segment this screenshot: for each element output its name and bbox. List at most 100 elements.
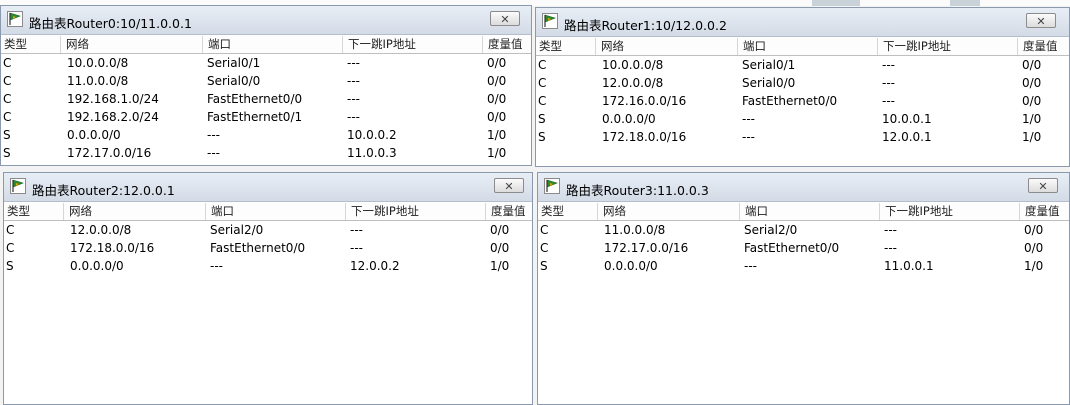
cell-network: 172.17.0.0/16	[604, 241, 689, 255]
close-button[interactable]: ✕	[1028, 178, 1058, 193]
table-row[interactable]: C 10.0.0.0/8 Serial0/1 --- 0/0	[536, 56, 1069, 74]
close-button[interactable]: ✕	[490, 11, 520, 26]
cell-port: Serial0/0	[742, 76, 796, 90]
cell-network: 172.16.0.0/16	[602, 94, 687, 108]
column-header-type[interactable]: 类型	[536, 38, 596, 55]
cell-next-hop: ---	[884, 241, 897, 255]
cell-port: ---	[742, 130, 755, 144]
cell-type: C	[6, 241, 15, 255]
table-row[interactable]: C 172.17.0.0/16 FastEthernet0/0 --- 0/0	[538, 239, 1069, 257]
cell-port: FastEthernet0/1	[207, 110, 303, 124]
column-header-next-hop[interactable]: 下一跳IP地址	[348, 203, 486, 220]
column-header-port[interactable]: 端口	[208, 203, 346, 220]
column-header-next-hop[interactable]: 下一跳IP地址	[882, 203, 1020, 220]
cell-port: Serial2/0	[210, 223, 264, 237]
background-label-fragment	[950, 0, 980, 6]
close-button[interactable]: ✕	[494, 178, 524, 193]
column-header-type[interactable]: 类型	[4, 203, 64, 220]
cell-network: 172.18.0.0/16	[602, 130, 687, 144]
column-header-metric[interactable]: 度量值	[1022, 203, 1069, 220]
cell-port: Serial0/1	[742, 58, 796, 72]
cell-metric: 0/0	[1022, 58, 1042, 72]
table-row[interactable]: C 172.16.0.0/16 FastEthernet0/0 --- 0/0	[536, 92, 1069, 110]
column-header-network[interactable]: 网络	[600, 203, 740, 220]
cell-type: C	[538, 58, 547, 72]
cell-metric: 1/0	[1022, 112, 1042, 126]
cell-type: S	[6, 259, 14, 273]
column-header-port[interactable]: 端口	[742, 203, 880, 220]
cell-next-hop: ---	[884, 223, 897, 237]
cell-metric: 0/0	[1024, 241, 1044, 255]
table-row[interactable]: S 0.0.0.0/0 --- 10.0.0.1 1/0	[536, 110, 1069, 128]
table-row[interactable]: C 192.168.2.0/24 FastEthernet0/1 --- 0/0	[1, 108, 531, 126]
window-titlebar[interactable]: 路由表Router0:10/11.0.0.1 ✕	[1, 6, 531, 35]
column-header-next-hop[interactable]: 下一跳IP地址	[880, 38, 1018, 55]
column-header-metric[interactable]: 度量值	[1020, 38, 1068, 55]
table-row[interactable]: C 12.0.0.0/8 Serial2/0 --- 0/0	[4, 221, 532, 239]
router-flag-icon	[544, 178, 560, 194]
cell-type: C	[538, 76, 547, 90]
window-titlebar[interactable]: 路由表Router3:11.0.0.3 ✕	[538, 173, 1069, 202]
cell-metric: 0/0	[490, 241, 510, 255]
table-body: C 10.0.0.0/8 Serial0/1 --- 0/0 C 12.0.0.0/8 Se…	[536, 56, 1069, 146]
cell-port: Serial0/0	[207, 74, 261, 88]
cell-type: C	[540, 223, 549, 237]
table-row[interactable]: S 172.18.0.0/16 --- 12.0.0.1 1/0	[536, 128, 1069, 146]
cell-network: 192.168.2.0/24	[67, 110, 159, 124]
cell-network: 12.0.0.0/8	[70, 223, 132, 237]
table-body: C 12.0.0.0/8 Serial2/0 --- 0/0 C 172.18.0.0/1…	[4, 221, 532, 275]
cell-port: FastEthernet0/0	[744, 241, 840, 255]
cell-metric: 0/0	[487, 56, 507, 70]
routing-table-window-router0[interactable]: 路由表Router0:10/11.0.0.1 ✕ 类型 网络 端口 下一跳IP地…	[0, 5, 532, 166]
table-header: 类型 网络 端口 下一跳IP地址 度量值	[1, 36, 531, 54]
cell-metric: 0/0	[1022, 76, 1042, 90]
routing-table-window-router3[interactable]: 路由表Router3:11.0.0.3 ✕ 类型 网络 端口 下一跳IP地址 度…	[537, 172, 1070, 405]
cell-port: ---	[210, 259, 223, 273]
cell-next-hop: ---	[347, 110, 360, 124]
table-row[interactable]: C 192.168.1.0/24 FastEthernet0/0 --- 0/0	[1, 90, 531, 108]
window-title: 路由表Router0:10/11.0.0.1	[29, 16, 192, 31]
cell-port: ---	[742, 112, 755, 126]
table-row[interactable]: S 0.0.0.0/0 --- 10.0.0.2 1/0	[1, 126, 531, 144]
column-header-network[interactable]: 网络	[598, 38, 738, 55]
table-row[interactable]: S 0.0.0.0/0 --- 11.0.0.1 1/0	[538, 257, 1069, 275]
cell-next-hop: 11.0.0.3	[347, 146, 397, 160]
cell-next-hop: 10.0.0.1	[882, 112, 932, 126]
routing-table: 类型 网络 端口 下一跳IP地址 度量值 C 12.0.0.0/8 Serial2/…	[4, 203, 532, 275]
routing-table-window-router1[interactable]: 路由表Router1:10/12.0.0.2 ✕ 类型 网络 端口 下一跳IP地…	[535, 7, 1070, 167]
close-icon: ✕	[500, 13, 510, 26]
column-header-network[interactable]: 网络	[66, 203, 206, 220]
table-row[interactable]: C 12.0.0.0/8 Serial0/0 --- 0/0	[536, 74, 1069, 92]
table-row[interactable]: C 10.0.0.0/8 Serial0/1 --- 0/0	[1, 54, 531, 72]
cell-type: C	[6, 223, 15, 237]
close-button[interactable]: ✕	[1026, 13, 1056, 28]
cell-network: 172.17.0.0/16	[67, 146, 152, 160]
column-header-port[interactable]: 端口	[740, 38, 878, 55]
table-row[interactable]: C 172.18.0.0/16 FastEthernet0/0 --- 0/0	[4, 239, 532, 257]
cell-network: 10.0.0.0/8	[67, 56, 129, 70]
table-header: 类型 网络 端口 下一跳IP地址 度量值	[536, 38, 1069, 56]
table-row[interactable]: C 11.0.0.0/8 Serial0/0 --- 0/0	[1, 72, 531, 90]
table-body: C 11.0.0.0/8 Serial2/0 --- 0/0 C 172.17.0.0/1…	[538, 221, 1069, 275]
cell-network: 11.0.0.0/8	[604, 223, 666, 237]
column-header-network[interactable]: 网络	[63, 36, 203, 53]
window-titlebar[interactable]: 路由表Router2:12.0.0.1 ✕	[4, 173, 532, 202]
routing-table-window-router2[interactable]: 路由表Router2:12.0.0.1 ✕ 类型 网络 端口 下一跳IP地址 度…	[3, 172, 533, 405]
column-header-metric[interactable]: 度量值	[485, 36, 531, 53]
column-header-type[interactable]: 类型	[538, 203, 598, 220]
table-header: 类型 网络 端口 下一跳IP地址 度量值	[4, 203, 532, 221]
column-header-metric[interactable]: 度量值	[488, 203, 532, 220]
column-header-next-hop[interactable]: 下一跳IP地址	[345, 36, 483, 53]
cell-port: FastEthernet0/0	[207, 92, 303, 106]
table-row[interactable]: C 11.0.0.0/8 Serial2/0 --- 0/0	[538, 221, 1069, 239]
cell-type: S	[538, 112, 546, 126]
cell-type: C	[540, 241, 549, 255]
table-row[interactable]: S 172.17.0.0/16 --- 11.0.0.3 1/0	[1, 144, 531, 162]
column-header-port[interactable]: 端口	[205, 36, 343, 53]
column-header-type[interactable]: 类型	[1, 36, 61, 53]
window-titlebar[interactable]: 路由表Router1:10/12.0.0.2 ✕	[536, 8, 1069, 37]
cell-metric: 1/0	[487, 128, 507, 142]
cell-port: ---	[744, 259, 757, 273]
routing-table: 类型 网络 端口 下一跳IP地址 度量值 C 11.0.0.0/8 Serial2/…	[538, 203, 1069, 275]
table-row[interactable]: S 0.0.0.0/0 --- 12.0.0.2 1/0	[4, 257, 532, 275]
